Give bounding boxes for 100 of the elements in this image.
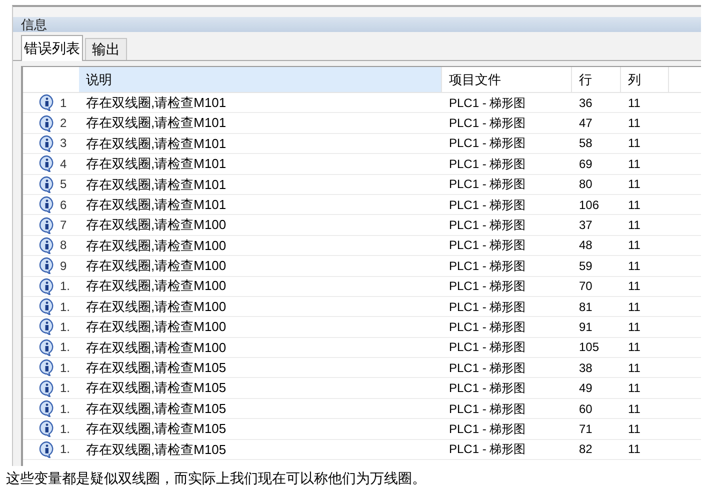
info-icon [39, 400, 55, 418]
column-cell-text: 11 [627, 380, 642, 398]
message-cell-text: 存在双线圈,请检查M105 [85, 400, 228, 418]
message-cell-text: 存在双线圈,请检查M100 [85, 257, 228, 276]
info-icon [39, 359, 55, 376]
line-cell-text: 59 [578, 258, 594, 275]
line-cell-text: 71 [578, 420, 594, 438]
line-cell-text: 47 [578, 115, 594, 132]
column-cell-text: 11 [627, 441, 642, 458]
line-cell-text: 80 [578, 176, 594, 194]
info-icon [39, 94, 55, 112]
row-number: 3 [59, 135, 68, 152]
column-cell-text: 11 [627, 156, 642, 173]
row-number: 1. [59, 318, 72, 336]
column-cell-text: 11 [627, 196, 642, 214]
info-icon [39, 176, 55, 193]
file-cell-text: PLC1 - 梯形图 [448, 176, 527, 194]
row-number: 1. [59, 400, 72, 418]
row-number: 8 [59, 237, 68, 254]
info-icon [39, 440, 55, 458]
line-cell-text: 36 [578, 94, 594, 112]
file-cell-text: PLC1 - 梯形图 [448, 94, 527, 112]
file-cell-text: PLC1 - 梯形图 [448, 360, 527, 377]
line-cell-text: 48 [578, 237, 594, 254]
info-icon [39, 278, 55, 295]
file-cell-text: PLC1 - 梯形图 [448, 156, 527, 173]
row-number: 1. [59, 339, 72, 356]
file-cell-text: PLC1 - 梯形图 [448, 237, 527, 254]
message-cell-text: 存在双线圈,请检查M105 [85, 440, 228, 459]
message-cell-text: 存在双线圈,请检查M105 [85, 379, 228, 398]
line-cell-text: 91 [578, 318, 594, 336]
column-cell-text: 11 [627, 115, 642, 132]
info-icon [39, 196, 55, 214]
file-cell-text: PLC1 - 梯形图 [448, 298, 527, 316]
message-cell-text: 存在双线圈,请检查M105 [85, 420, 228, 438]
column-cell-text: 11 [627, 420, 642, 438]
info-icon [39, 216, 55, 234]
message-cell-text: 存在双线圈,请检查M100 [85, 236, 228, 255]
tab[interactable]: 错误列表 [21, 35, 83, 61]
line-cell-text: 69 [578, 156, 594, 173]
line-cell-text: 37 [578, 217, 594, 234]
line-cell-text: 58 [578, 135, 594, 152]
info-icon [39, 257, 55, 274]
column-cell-text: 11 [627, 217, 642, 234]
row-number: 1. [59, 360, 72, 377]
row-number: 5 [59, 176, 68, 194]
message-cell-text: 存在双线圈,请检查M101 [85, 94, 228, 112]
row-number: 7 [59, 217, 68, 234]
message-cell-text: 存在双线圈,请检查M101 [85, 155, 228, 174]
info-icon [39, 114, 55, 132]
row-number: 1. [59, 278, 72, 296]
column-cell-text: 11 [627, 318, 642, 336]
info-icon [39, 134, 55, 152]
message-cell-text: 存在双线圈,请检查M101 [85, 196, 228, 214]
message-cell-text: 存在双线圈,请检查M101 [85, 134, 228, 153]
panel-title: 信息 [21, 18, 47, 31]
row-number: 6 [59, 196, 68, 214]
message-cell-text: 存在双线圈,请检查M100 [85, 318, 228, 336]
row-number: 4 [59, 156, 68, 173]
message-cell-text: 存在双线圈,请检查M105 [85, 359, 228, 378]
file-cell-text: PLC1 - 梯形图 [448, 400, 527, 418]
row-number: 1 [59, 94, 68, 112]
file-cell-text: PLC1 - 梯形图 [448, 258, 527, 275]
file-cell-text: PLC1 - 梯形图 [448, 278, 527, 296]
message-cell-text: 存在双线圈,请检查M100 [85, 277, 228, 296]
line-cell-text: 38 [578, 360, 594, 377]
tab[interactable]: 输出 [85, 38, 127, 60]
file-cell-text: PLC1 - 梯形图 [448, 380, 527, 398]
row-number: 1. [59, 441, 72, 458]
line-cell-text: 105 [578, 339, 600, 356]
file-cell-text: PLC1 - 梯形图 [448, 339, 527, 356]
caption-text: 这些变量都是疑似双线圈，而实际上我们现在可以称他们为万线圈。 [6, 470, 427, 488]
message-cell-text: 存在双线圈,请检查M100 [85, 298, 228, 316]
message-cell-text: 存在双线圈,请检查M101 [85, 176, 228, 194]
line-cell-text: 49 [578, 380, 594, 398]
info-icon [39, 420, 55, 438]
column-cell-text: 11 [627, 135, 642, 152]
column-cell-text: 11 [627, 176, 642, 194]
column-cell-text: 11 [627, 400, 642, 418]
line-cell-text: 106 [578, 196, 600, 214]
info-icon [39, 318, 55, 336]
file-cell-text: PLC1 - 梯形图 [448, 441, 527, 458]
row-number: 1. [59, 420, 72, 438]
file-cell-text: PLC1 - 梯形图 [448, 318, 527, 336]
line-cell-text: 81 [578, 298, 594, 316]
column-header[interactable]: 说明 [79, 67, 442, 92]
info-icon [39, 380, 55, 397]
info-icon [39, 236, 55, 254]
message-cell-text: 存在双线圈,请检查M101 [85, 114, 228, 132]
info-icon [39, 338, 55, 356]
row-number: 1. [59, 298, 72, 316]
column-cell-text: 11 [627, 278, 642, 296]
file-cell-text: PLC1 - 梯形图 [448, 196, 527, 214]
column-cell-text: 11 [627, 237, 642, 254]
line-cell-text: 70 [578, 278, 594, 296]
row-number: 1. [59, 380, 72, 398]
column-cell-text: 11 [627, 258, 642, 275]
column-cell-text: 11 [627, 360, 642, 377]
line-cell-text: 82 [578, 441, 594, 458]
file-cell-text: PLC1 - 梯形图 [448, 115, 527, 132]
